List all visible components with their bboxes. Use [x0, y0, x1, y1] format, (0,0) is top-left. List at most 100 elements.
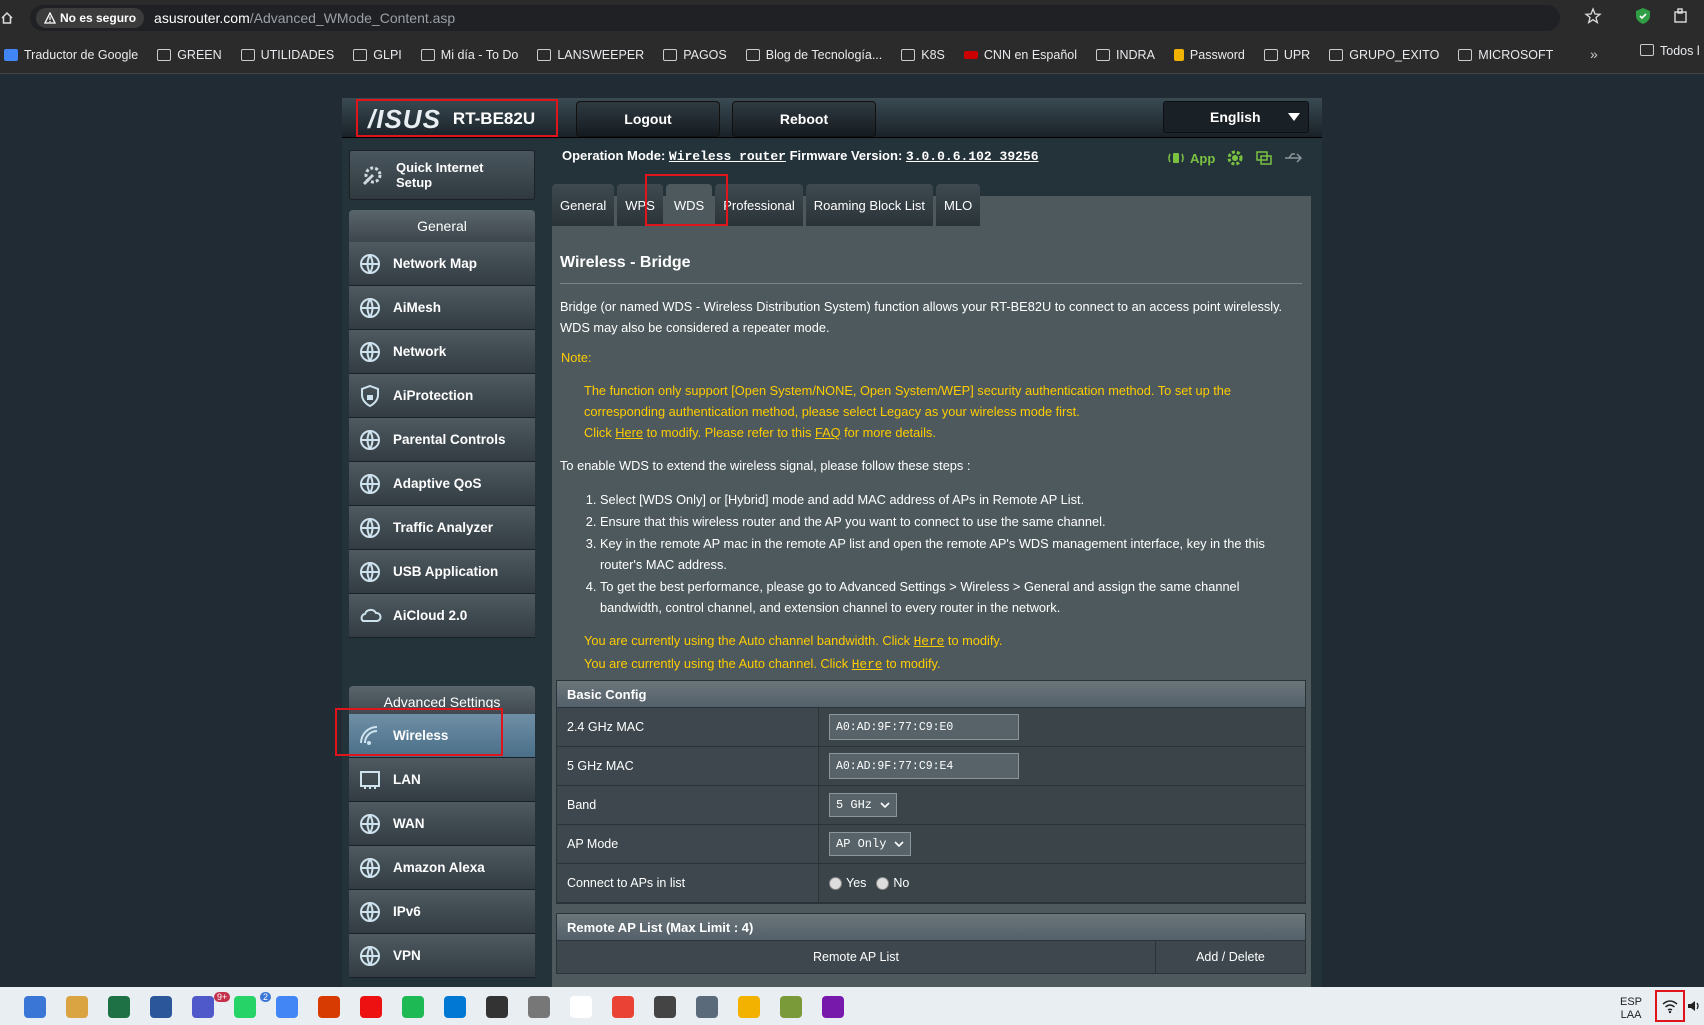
app-icon[interactable] — [528, 996, 550, 1018]
app-icon[interactable] — [360, 996, 382, 1018]
bookmark-item[interactable]: GRUPO_EXITO — [1329, 48, 1439, 62]
mac5-field[interactable]: A0:AD:9F:77:C9:E4 — [829, 753, 1019, 779]
firmware-link[interactable]: 3.0.0.6.102_39256 — [906, 149, 1039, 164]
acrobat-icon[interactable] — [318, 996, 340, 1018]
input-language[interactable]: ESP LAA — [1620, 996, 1642, 1022]
connect-yes-label: Yes — [846, 876, 867, 890]
sidebar-item-wan[interactable]: WAN — [349, 802, 535, 846]
bookmark-item[interactable]: CNN en Español — [963, 48, 1077, 62]
sidebar-item-parental-controls[interactable]: Parental Controls — [349, 418, 535, 462]
channel-here-link[interactable]: Here — [852, 657, 883, 672]
op-mode-label: Operation Mode: — [562, 148, 666, 163]
app-icon[interactable] — [66, 996, 88, 1018]
whatsapp-icon[interactable] — [234, 996, 256, 1018]
security-indicator[interactable]: No es seguro — [36, 8, 145, 28]
bookmark-item[interactable]: Traductor de Google — [4, 48, 138, 62]
bookmark-item[interactable]: K8S — [901, 48, 945, 62]
home-icon[interactable] — [0, 7, 18, 29]
logout-button[interactable]: Logout — [576, 101, 720, 137]
usb-status-icon[interactable] — [1283, 151, 1303, 165]
teams-badge: 9+ — [214, 992, 231, 1002]
app-icon[interactable] — [780, 996, 802, 1018]
op-mode-link[interactable]: Wireless router — [669, 149, 786, 164]
bookmark-item[interactable]: LANSWEEPER — [537, 48, 644, 62]
url-text[interactable]: asusrouter.com/Advanced_WMode_Content.as… — [154, 10, 455, 26]
chevron-down-icon — [880, 802, 890, 809]
bookmark-item[interactable]: MICROSOFT — [1458, 48, 1553, 62]
tab-professional[interactable]: Professional — [715, 184, 803, 226]
word-icon[interactable] — [150, 996, 172, 1018]
onenote-icon[interactable] — [822, 996, 844, 1018]
bookmarks-overflow-button[interactable]: » — [1590, 46, 1598, 62]
app-status[interactable]: App — [1166, 151, 1215, 166]
tab-general[interactable]: General — [552, 184, 615, 226]
connect-no-radio[interactable] — [876, 876, 890, 890]
chrome-icon[interactable] — [612, 996, 634, 1018]
settings-icon[interactable] — [696, 996, 718, 1018]
language-select[interactable]: English — [1163, 101, 1309, 133]
faq-link[interactable]: FAQ — [815, 425, 841, 440]
folder-icon — [1096, 48, 1111, 61]
sidebar-item-adaptive-qos[interactable]: Adaptive QoS — [349, 462, 535, 506]
connect-yes-radio[interactable] — [829, 876, 842, 890]
tab-roaming-block-list[interactable]: Roaming Block List — [805, 184, 934, 226]
translate-icon — [4, 48, 18, 61]
sidebar-item-amazon-alexa[interactable]: Amazon Alexa — [349, 846, 535, 890]
sidebar-item-aicloud-2-0[interactable]: AiCloud 2.0 — [349, 594, 535, 638]
outlook-new-icon[interactable] — [570, 996, 592, 1018]
sidebar-item-ipv6[interactable]: IPv6 — [349, 890, 535, 934]
chevron-down-icon — [1288, 113, 1300, 121]
bookmark-item[interactable]: INDRA — [1096, 48, 1155, 62]
sidebar-item-vpn[interactable]: VPN — [349, 934, 535, 978]
app-icon[interactable] — [738, 996, 760, 1018]
bookmark-item[interactable]: UTILIDADES — [240, 48, 334, 62]
file-explorer-icon[interactable] — [24, 996, 46, 1018]
folder-icon — [901, 48, 916, 61]
bookmark-item[interactable]: GREEN — [157, 48, 222, 62]
sidebar-item-aimesh[interactable]: AiMesh — [349, 286, 535, 330]
tab-mlo[interactable]: MLO — [936, 184, 981, 226]
extensions-icon[interactable] — [1672, 7, 1690, 30]
address-bar[interactable]: No es seguro asusrouter.com/Advanced_WMo… — [30, 5, 1560, 31]
sidebar-item-traffic-analyzer[interactable]: Traffic Analyzer — [349, 506, 535, 550]
chrome-icon[interactable] — [276, 996, 298, 1018]
bandwidth-here-link[interactable]: Here — [914, 634, 945, 649]
quick-internet-setup-button[interactable]: Quick Internet Setup — [349, 150, 535, 200]
sidebar-item-usb-application[interactable]: USB Application — [349, 550, 535, 594]
sidebar-item-lan[interactable]: LAN — [349, 758, 535, 802]
sidebar-item-network-map[interactable]: Network Map — [349, 242, 535, 286]
spotify-icon[interactable] — [402, 996, 424, 1018]
bookmark-item[interactable]: UPR — [1263, 48, 1310, 62]
step-item: Key in the remote AP mac in the remote A… — [600, 533, 1304, 575]
bookmark-item[interactable]: Password — [1173, 48, 1245, 62]
band-select[interactable]: 5 GHz — [829, 793, 898, 817]
powershell-icon[interactable] — [654, 996, 676, 1018]
bookmark-item[interactable]: Mi día - To Do — [420, 48, 518, 62]
excel-icon[interactable] — [108, 996, 130, 1018]
outlook-icon[interactable] — [444, 996, 466, 1018]
bookmark-item[interactable]: Blog de Tecnología... — [745, 48, 882, 62]
client-status-icon[interactable] — [1255, 149, 1273, 167]
teams-icon[interactable] — [192, 996, 214, 1018]
ap-mode-select[interactable]: AP Only — [829, 832, 912, 856]
reboot-button[interactable]: Reboot — [732, 101, 876, 137]
terminal-icon[interactable] — [486, 996, 508, 1018]
sidebar-item-network[interactable]: Network — [349, 330, 535, 374]
shield-extension-icon[interactable] — [1634, 7, 1652, 30]
folder-icon — [1458, 48, 1473, 61]
connect-no-label: No — [893, 876, 910, 890]
sidebar-item-label: USB Application — [393, 564, 499, 579]
volume-icon[interactable] — [1686, 998, 1702, 1019]
gear-icon[interactable] — [1225, 148, 1245, 168]
wifi-tray-icon[interactable] — [1661, 998, 1679, 1019]
bandwidth-note-text: You are currently using the Auto channel… — [584, 633, 911, 648]
bookmark-item[interactable]: PAGOS — [663, 48, 727, 62]
note-here-link[interactable]: Here — [615, 425, 643, 440]
bookmark-star-icon[interactable] — [1584, 7, 1602, 30]
sidebar-item-aiprotection[interactable]: AiProtection — [349, 374, 535, 418]
family-icon — [355, 425, 385, 455]
all-bookmarks[interactable]: Todos l — [1640, 44, 1700, 58]
bookmark-label: GRUPO_EXITO — [1349, 47, 1440, 62]
bookmark-item[interactable]: GLPI — [353, 48, 402, 62]
mac24-field[interactable]: A0:AD:9F:77:C9:E0 — [829, 714, 1019, 740]
